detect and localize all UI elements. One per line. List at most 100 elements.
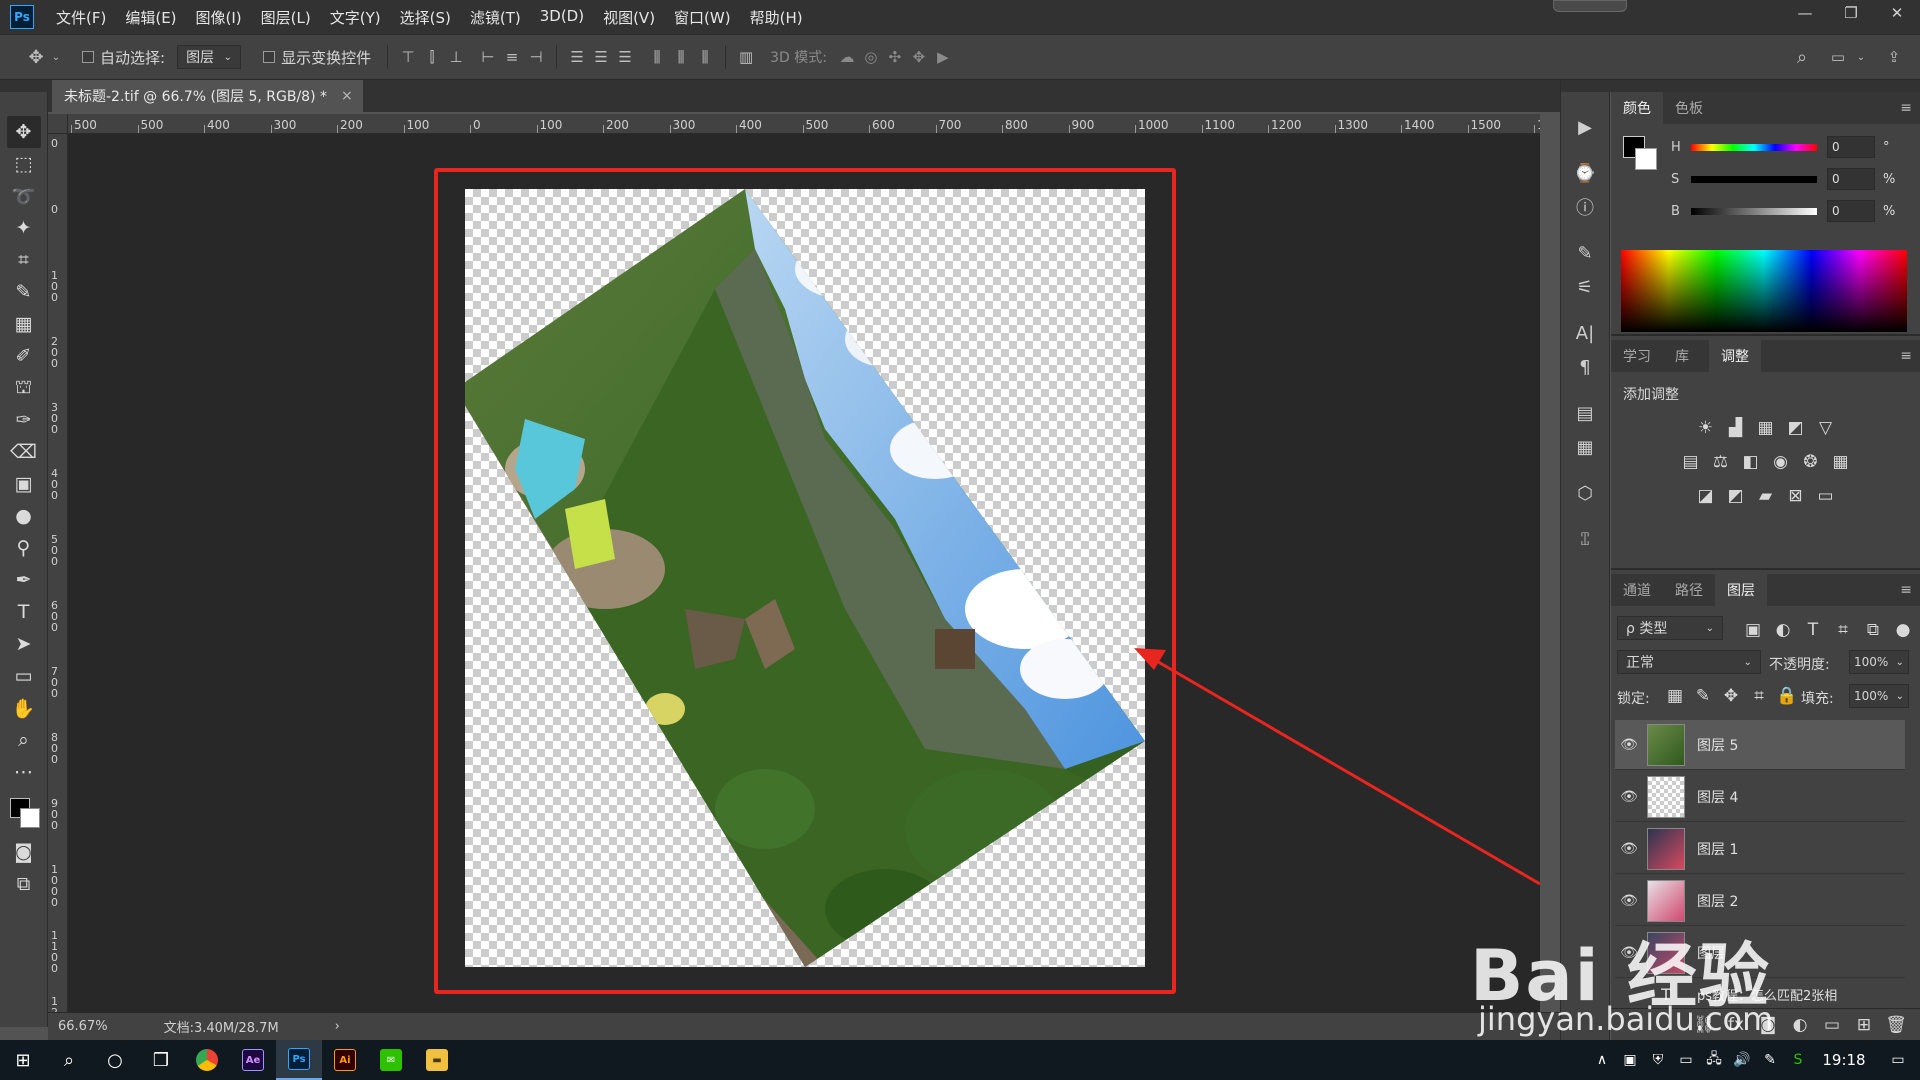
visibility-eye-icon[interactable]: 👁 — [1615, 737, 1643, 753]
search-icon[interactable]: ⌕ — [46, 1040, 92, 1080]
history-brush-icon[interactable]: ✑ — [7, 404, 41, 436]
selective-color-icon[interactable]: ⊠ — [1784, 484, 1808, 508]
properties-icon[interactable]: ⚟ — [1568, 270, 1602, 304]
layer-name[interactable]: 图层 4 — [1697, 787, 1738, 807]
distribute-hcenter-icon[interactable]: ⫼ — [669, 48, 693, 66]
hue-slider[interactable] — [1691, 143, 1817, 151]
align-top-icon[interactable]: ⊤ — [396, 48, 420, 66]
auto-select-checkbox[interactable] — [82, 51, 94, 63]
curves-icon[interactable]: ▦ — [1754, 416, 1778, 440]
menu-select[interactable]: 选择(S) — [400, 7, 451, 28]
align-hcenter-icon[interactable]: ≡ — [500, 48, 524, 66]
measurement-icon[interactable]: ⑄ — [1568, 522, 1602, 556]
menu-image[interactable]: 图像(I) — [196, 7, 242, 28]
horizontal-ruler[interactable]: 500 500 400 300 200 100 0 100 200 300 400 500 600 700… — [68, 114, 1540, 134]
illustrator-app-icon[interactable]: Ai — [322, 1040, 368, 1080]
distribute-left-icon[interactable]: ⫼ — [645, 48, 669, 66]
levels-icon[interactable]: ▟ — [1724, 416, 1748, 440]
tab-adjustments[interactable]: 调整 — [1709, 340, 1761, 372]
crop-tool-icon[interactable]: ⌗ — [7, 244, 41, 276]
vibrance-icon[interactable]: ▽ — [1814, 416, 1838, 440]
notes-icon[interactable]: ▦ — [1568, 430, 1602, 464]
tab-learn[interactable]: 学习 — [1611, 340, 1663, 372]
task-view-icon[interactable]: ❒ — [138, 1040, 184, 1080]
lock-all-icon[interactable]: 🔒 — [1775, 684, 1799, 708]
hue-saturation-icon[interactable]: ▤ — [1679, 450, 1703, 474]
color-spectrum[interactable] — [1621, 250, 1907, 332]
show-transform-checkbox[interactable] — [263, 51, 276, 63]
wechat-app-icon[interactable]: ✉ — [368, 1040, 414, 1080]
dodge-tool-icon[interactable]: ⚲ — [7, 532, 41, 564]
search-icon[interactable]: ⌕ — [1790, 47, 1814, 68]
zoom-level[interactable]: 66.67% — [58, 1019, 108, 1034]
brightness-input[interactable]: 0 — [1827, 200, 1875, 222]
more-tools-icon[interactable]: ⋯ — [7, 756, 41, 788]
quick-mask-icon[interactable]: ◙ — [7, 836, 41, 868]
lasso-tool-icon[interactable]: ➰ — [7, 180, 41, 212]
background-preview[interactable] — [1635, 148, 1657, 170]
distribute-right-icon[interactable]: ⫼ — [693, 48, 717, 66]
panel-menu-icon[interactable]: ≡ — [1900, 348, 1912, 364]
invert-icon[interactable]: ◪ — [1694, 484, 1718, 508]
windows-start-icon[interactable]: ⊞ — [0, 1040, 46, 1080]
brightness-contrast-icon[interactable]: ☀ — [1694, 416, 1718, 440]
background-color[interactable] — [19, 808, 40, 828]
layer-row[interactable]: 👁 图层 4 — [1615, 772, 1905, 822]
stamp-tool-icon[interactable]: ⛫ — [7, 372, 41, 404]
fill-input[interactable]: 100% ⌄ — [1849, 684, 1909, 708]
auto-select-dropdown[interactable]: 图层 ⌄ — [177, 45, 242, 69]
3d-roll-icon[interactable]: ◎ — [859, 48, 883, 66]
menu-edit[interactable]: 编辑(E) — [125, 7, 176, 28]
history-icon[interactable]: ⌚ — [1568, 156, 1602, 190]
minimize-button[interactable]: — — [1782, 0, 1828, 26]
distribute-vcenter-icon[interactable]: ☰ — [589, 48, 613, 66]
after-effects-app-icon[interactable]: Ae — [230, 1040, 276, 1080]
chevron-down-icon[interactable]: ⌄ — [1854, 52, 1868, 63]
menu-file[interactable]: 文件(F) — [56, 7, 106, 28]
auto-align-icon[interactable]: ▥ — [734, 48, 758, 66]
info-icon[interactable]: ⓘ — [1568, 190, 1602, 224]
color-balance-icon[interactable]: ⚖ — [1709, 450, 1733, 474]
network-icon[interactable]: 🖧 — [1700, 1048, 1728, 1072]
pen-icon[interactable]: ✎ — [1756, 1052, 1784, 1068]
filter-adjustment-icon[interactable]: ◐ — [1771, 618, 1795, 642]
menu-3d[interactable]: 3D(D) — [540, 7, 584, 28]
chevron-up-icon[interactable]: ∧ — [1588, 1052, 1616, 1068]
brush-tool-icon[interactable]: ✐ — [7, 340, 41, 372]
gradient-tool-icon[interactable]: ▣ — [7, 468, 41, 500]
show-transform-option[interactable]: 显示变换控件 — [263, 47, 371, 68]
align-bottom-icon[interactable]: ⊥ — [444, 48, 468, 66]
move-tool-icon[interactable]: ✥ — [6, 116, 41, 148]
3d-panel-icon[interactable]: ⬡ — [1568, 476, 1602, 510]
layer-filter-dropdown[interactable]: ρ 类型 ⌄ — [1617, 616, 1723, 640]
layer-name[interactable]: 图层 5 — [1697, 735, 1738, 755]
battery-icon[interactable]: ▭ — [1672, 1052, 1700, 1068]
tab-paths[interactable]: 路径 — [1663, 574, 1715, 606]
brush-settings-icon[interactable]: ✎ — [1568, 236, 1602, 270]
vertical-ruler[interactable]: 0 0 100 200 300 400 500 600 700 800 900 1000 1100 120… — [48, 134, 68, 1012]
tray-s-icon[interactable]: S — [1784, 1052, 1812, 1068]
menu-window[interactable]: 窗口(W) — [674, 7, 731, 28]
3d-pan-icon[interactable]: ✣ — [883, 48, 907, 66]
chrome-app-icon[interactable] — [184, 1040, 230, 1080]
brightness-slider[interactable] — [1691, 207, 1817, 215]
lock-position-icon[interactable]: ✥ — [1719, 684, 1743, 708]
tab-channels[interactable]: 通道 — [1611, 574, 1663, 606]
blend-mode-dropdown[interactable]: 正常 ⌄ — [1617, 650, 1761, 674]
blur-tool-icon[interactable]: ● — [7, 500, 41, 532]
lock-transparency-icon[interactable]: ▦ — [1663, 684, 1687, 708]
tab-layers[interactable]: 图层 — [1715, 574, 1767, 606]
panel-menu-icon[interactable]: ≡ — [1900, 582, 1912, 598]
canvas-area[interactable] — [68, 134, 1540, 1012]
filter-smart-object-icon[interactable]: ⧉ — [1861, 618, 1885, 642]
tray-app-icon[interactable]: ▣ — [1616, 1052, 1644, 1068]
hue-input[interactable]: 0 — [1827, 136, 1875, 158]
libraries-icon[interactable]: ▤ — [1568, 396, 1602, 430]
panel-menu-icon[interactable]: ≡ — [1900, 100, 1912, 116]
share-icon[interactable]: ⇪ — [1882, 48, 1906, 66]
path-select-tool-icon[interactable]: ➤ — [7, 628, 41, 660]
pen-tool-icon[interactable]: ✒ — [7, 564, 41, 596]
workspace-icon[interactable]: ▭ — [1826, 48, 1850, 66]
play-icon[interactable]: ▶ — [1568, 110, 1602, 144]
security-shield-icon[interactable]: ⛨ — [1644, 1052, 1672, 1068]
